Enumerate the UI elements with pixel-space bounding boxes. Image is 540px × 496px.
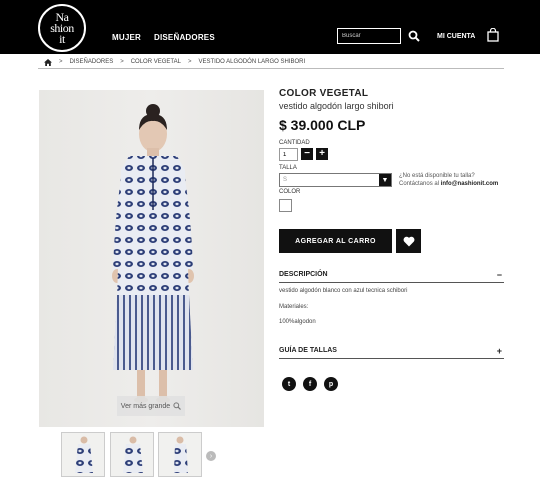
size-help-line1: ¿No está disponible tu talla? [399,173,475,179]
zoom-label-text: Ver más grande [120,402,171,410]
caret-down-icon[interactable]: ▼ [379,174,391,186]
search-input[interactable] [337,28,401,44]
zoom-button[interactable]: Ver más grande [117,396,185,416]
twitter-share-icon[interactable]: t [282,377,296,391]
size-guide-section-header[interactable]: GUÍA DE TALLAS + [279,346,504,359]
size-help-email-link[interactable]: info@nashionit.com [441,181,499,187]
quantity-label: CANTIDAD [279,140,310,146]
nav-link-designers[interactable]: DISEÑADORES [154,33,215,42]
thumbnail-photo [174,436,188,473]
model-in-dress-photo [112,104,194,403]
size-help-contact-text: Contáctanos al [399,181,440,187]
expand-plus-icon[interactable]: + [497,346,502,356]
breadcrumb-separator: > [59,59,63,65]
product-name: vestido algodón largo shibori [279,101,394,111]
breadcrumb-separator: > [187,59,192,65]
breadcrumb-separator: > [120,59,124,65]
top-header: Na shion it MUJER DISEÑADORES MI CUENTA [0,0,540,54]
size-select[interactable]: S ▼ [279,173,392,187]
breadcrumb-item-designers[interactable]: DISEÑADORES [70,59,114,65]
wishlist-button[interactable] [396,229,421,253]
add-to-cart-button[interactable]: AGREGAR AL CARRO [279,229,392,253]
facebook-share-icon[interactable]: f [303,377,317,391]
description-title: DESCRIPCIÓN [279,271,328,278]
quantity-decrease-button[interactable]: − [301,148,313,160]
color-swatch-white[interactable] [279,199,292,212]
color-label: COLOR [279,189,301,195]
size-selected-value: S [283,177,288,183]
nav-link-women[interactable]: MUJER [112,33,141,42]
breadcrumb: > DISEÑADORES > COLOR VEGETAL > VESTIDO … [44,56,305,68]
nashion-it-logo[interactable]: Na shion it [38,4,86,52]
size-help-text: ¿No está disponible tu talla? Contáctano… [399,172,498,188]
search-icon[interactable] [408,30,420,42]
heart-icon [403,236,414,246]
collapse-minus-icon[interactable]: − [497,270,502,280]
home-icon[interactable] [44,58,52,66]
thumbnail-photo [123,436,143,473]
breadcrumb-item-brand[interactable]: COLOR VEGETAL [131,59,181,65]
shopping-bag-icon[interactable] [487,28,499,42]
breadcrumb-item-product: VESTIDO ALGODÓN LARGO SHIBORI [198,59,306,65]
description-materials-value: 100%algodon [279,319,316,325]
logo-text-line3: it [59,31,65,46]
size-label: TALLA [279,165,297,171]
description-materials-label: Materiales: [279,304,309,310]
description-text: vestido algodón blanco con azul tecnica … [279,288,408,294]
size-help-line2: Contáctanos al info@nashionit.com [399,180,498,188]
size-guide-title: GUÍA DE TALLAS [279,347,337,354]
product-brand[interactable]: COLOR VEGETAL [279,88,368,99]
quantity-increase-button[interactable]: + [316,148,328,160]
quantity-input[interactable] [279,148,298,161]
breadcrumb-divider [38,68,504,69]
thumbnail-photo [75,436,93,473]
thumbnail-next-arrow-icon[interactable]: › [206,451,216,461]
thumbnail-2[interactable] [110,432,154,477]
magnifier-icon [173,402,182,410]
description-section-header[interactable]: DESCRIPCIÓN − [279,270,504,283]
thumbnail-1[interactable] [61,432,105,477]
product-price: $ 39.000 CLP [279,117,366,133]
my-account-link[interactable]: MI CUENTA [437,33,475,40]
pinterest-share-icon[interactable]: p [324,377,338,391]
product-main-image[interactable] [39,90,264,427]
thumbnail-3[interactable] [158,432,202,477]
